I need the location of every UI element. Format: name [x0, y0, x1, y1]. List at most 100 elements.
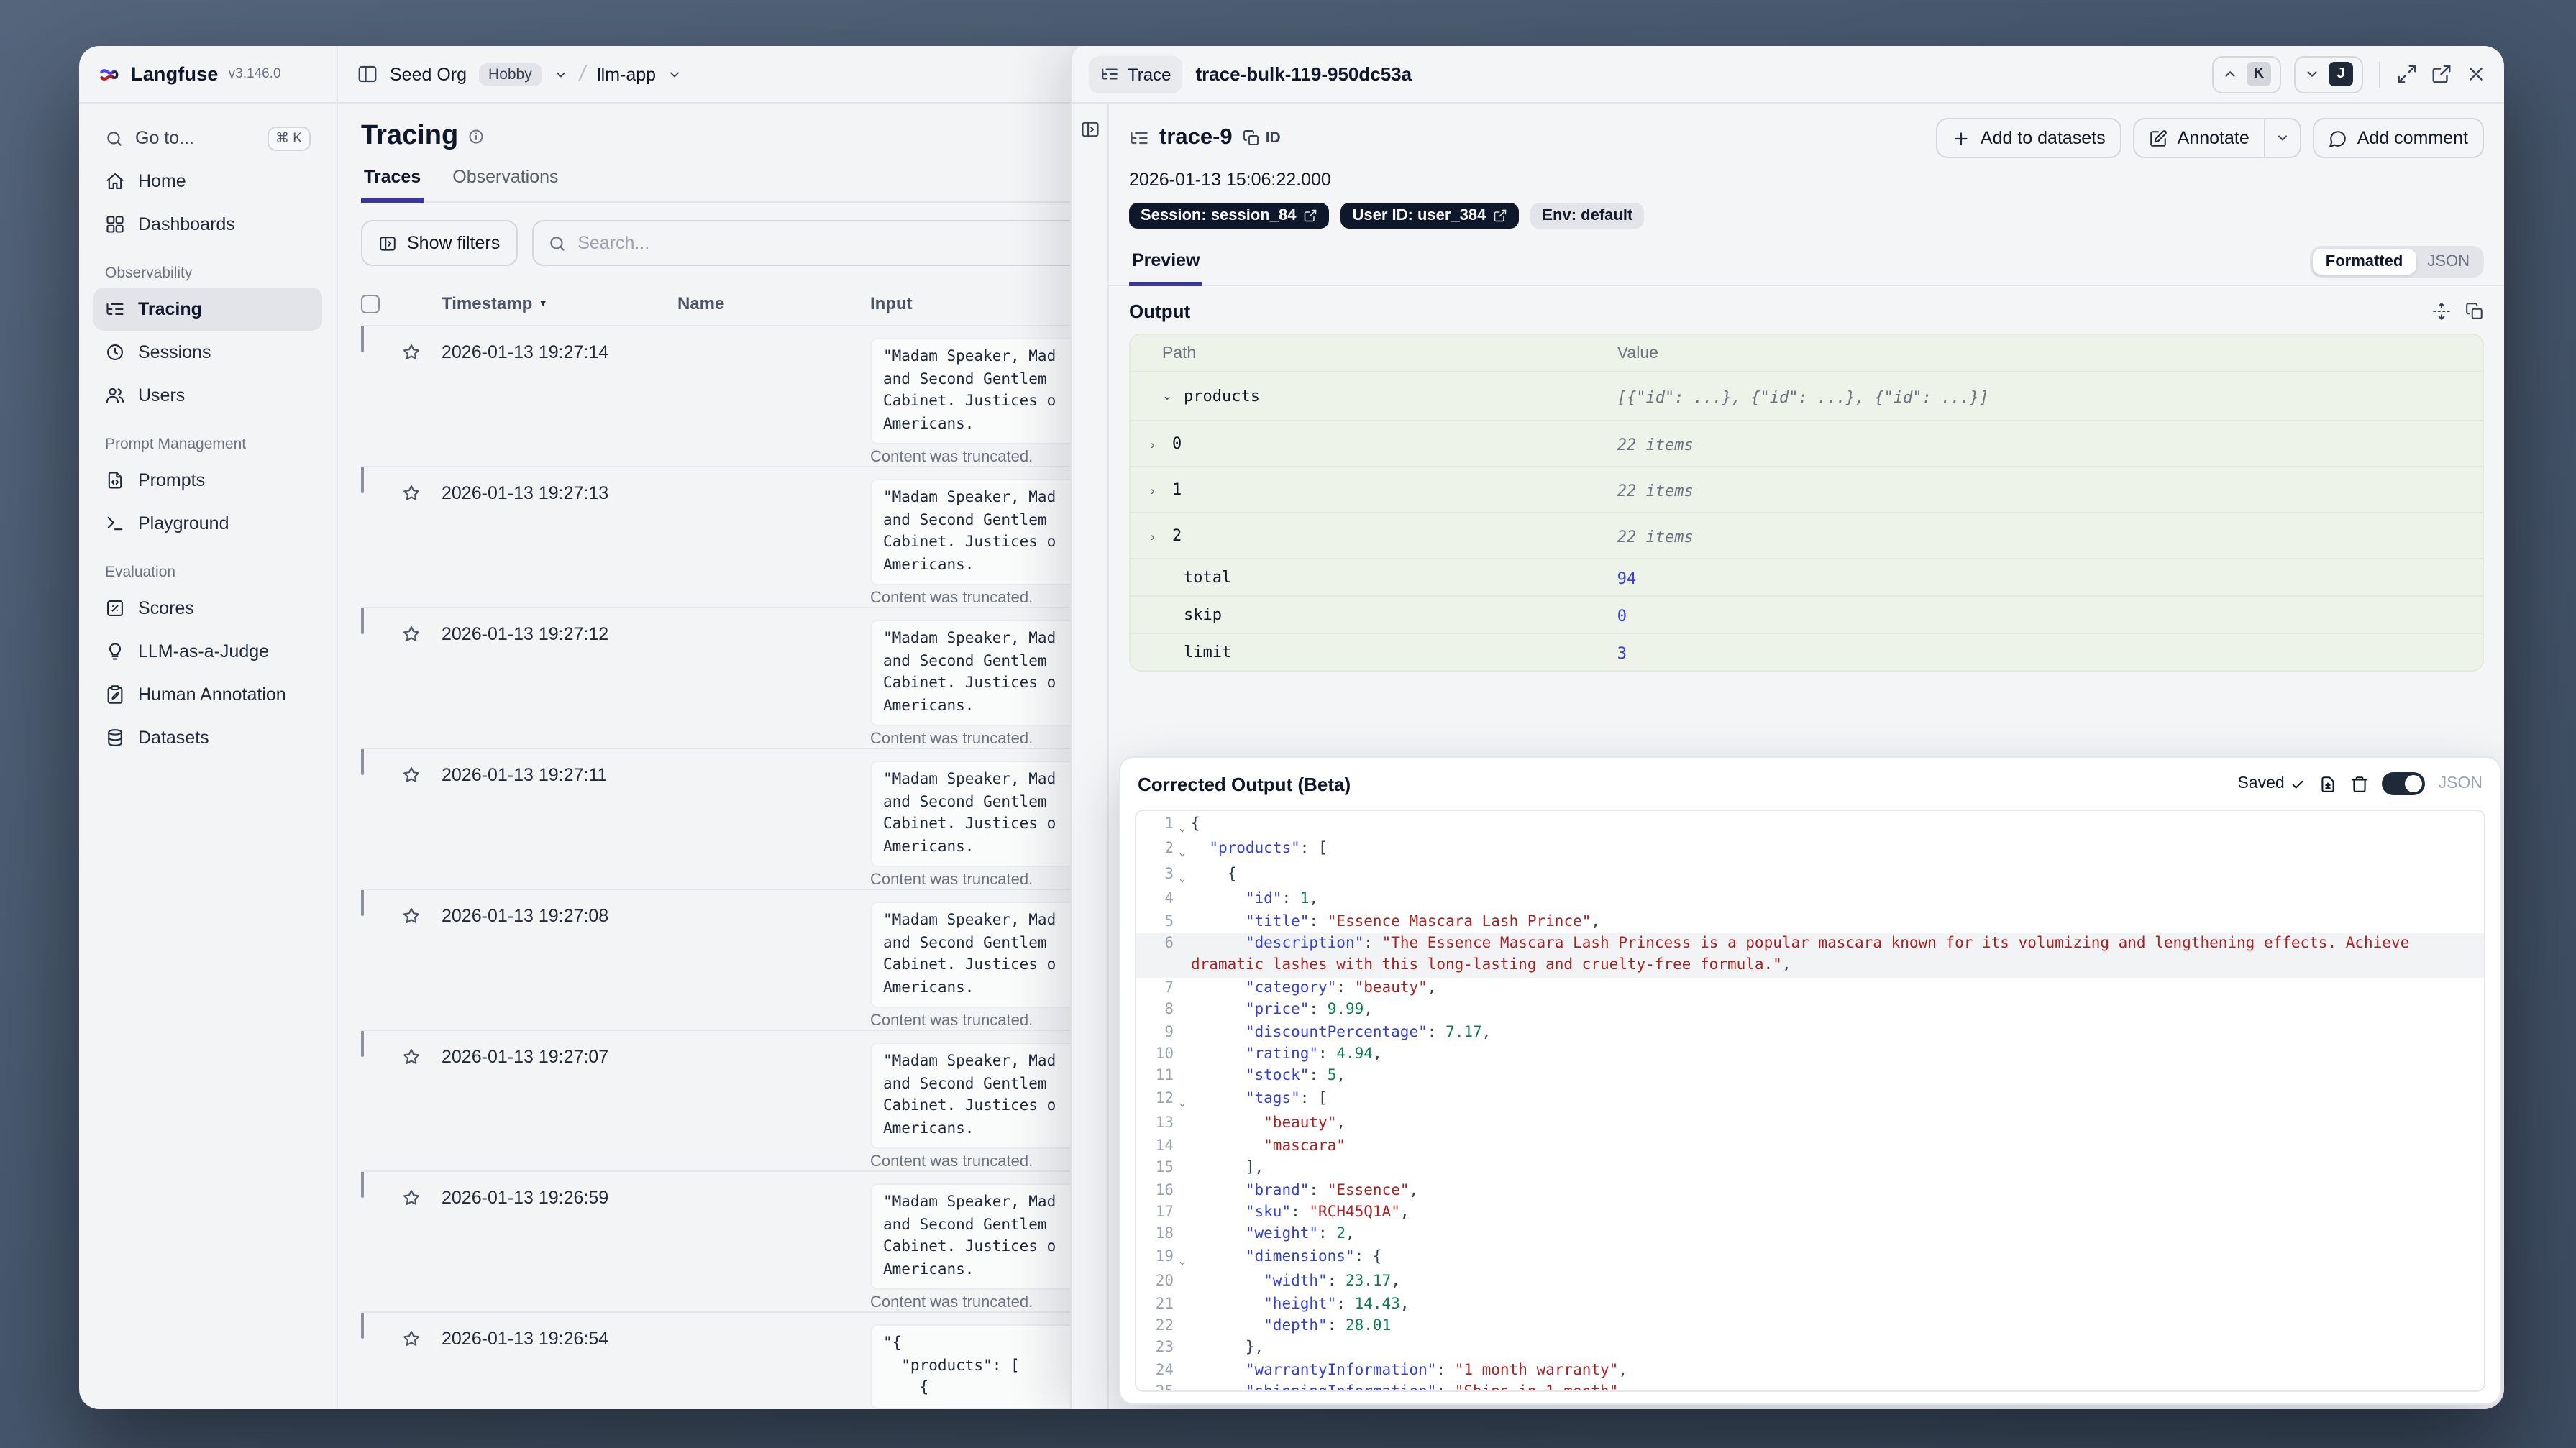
row-checkbox[interactable] [361, 1172, 364, 1198]
open-external-icon[interactable] [2431, 63, 2452, 85]
badge-label: Env: default [1542, 207, 1633, 224]
trace-breadcrumb-chip[interactable]: Trace [1089, 55, 1183, 93]
trace-peek-panel: Trace trace-bulk-119-950dc53a K J trace-… [1070, 46, 2504, 1409]
saved-label: Saved [2237, 775, 2285, 792]
code-line: 7 "category": "beauty", [1136, 978, 2484, 1000]
sidebar-item-scores[interactable]: Scores [93, 587, 322, 630]
copy-id-button[interactable]: ID [1243, 129, 1281, 147]
sidebar-item-prompts[interactable]: Prompts [93, 459, 322, 502]
output-row-limit[interactable]: limit 3 [1131, 633, 2483, 670]
sidebar-item-llm-as-a-judge[interactable]: LLM-as-a-Judge [93, 630, 322, 673]
output-col-value: Value [1617, 344, 1658, 362]
json-toggle[interactable] [2382, 772, 2426, 795]
output-table-header: Path Value [1131, 335, 2483, 371]
tab-traces[interactable]: Traces [361, 167, 424, 203]
select-all-checkbox[interactable] [361, 294, 380, 313]
code-line: 11 "stock": 5, [1136, 1066, 2484, 1089]
sidebar-nav: Home Dashboards Observability Tracing Sessio… [93, 160, 322, 759]
output-value: 3 [1617, 643, 1627, 662]
code-line: 18 "weight": 2, [1136, 1224, 2484, 1247]
annotate-dropdown-button[interactable] [2265, 118, 2301, 158]
output-row-skip[interactable]: skip 0 [1131, 595, 2483, 633]
row-checkbox[interactable] [361, 749, 364, 775]
line-number: 21 [1155, 1295, 1174, 1313]
col-name[interactable]: Name [677, 293, 870, 313]
row-timestamp: 2026-01-13 19:26:59 [442, 1188, 609, 1208]
fold-toggle-icon[interactable]: ⌄ [1174, 864, 1191, 889]
output-row-0[interactable]: › 0 22 items [1131, 420, 2483, 466]
annotate-button[interactable]: Annotate [2132, 118, 2265, 158]
row-checkbox[interactable] [361, 608, 364, 634]
sidebar-item-tracing[interactable]: Tracing [93, 288, 322, 331]
search-placeholder: Search... [577, 233, 650, 253]
trash-icon[interactable] [2351, 774, 2370, 793]
star-icon [403, 626, 419, 641]
plan-badge: Hobby [478, 63, 542, 86]
panel-left-icon[interactable] [357, 63, 378, 85]
row-checkbox[interactable] [361, 1313, 364, 1339]
project-name[interactable]: llm-app [597, 64, 656, 84]
sidebar-item-users[interactable]: Users [93, 374, 322, 417]
line-number: 8 [1164, 1001, 1174, 1019]
org-name[interactable]: Seed Org [390, 64, 467, 84]
add-to-datasets-button[interactable]: Add to datasets [1935, 118, 2121, 158]
row-checkbox[interactable] [361, 326, 364, 352]
row-timestamp: 2026-01-13 19:27:07 [442, 1047, 609, 1067]
line-number: 23 [1155, 1339, 1174, 1357]
fold-toggle-icon[interactable]: ⌄ [1174, 839, 1191, 864]
chevron-down-icon[interactable] [667, 67, 682, 81]
sidebar-item-playground[interactable]: Playground [93, 502, 322, 545]
row-checkbox[interactable] [361, 890, 364, 916]
nav-previous-button[interactable]: K [2212, 55, 2281, 93]
chevron-right-icon[interactable]: › [1151, 436, 1164, 451]
output-row-products[interactable]: ⌄ products [{"id": ...}, {"id": ...}, {"id… [1131, 371, 2483, 420]
chevron-right-icon[interactable]: › [1151, 482, 1164, 497]
corrected-output-editor[interactable]: 1 ⌄{2 ⌄ "products": [3 ⌄ {4 "id": 1, 5 "titl… [1135, 810, 2485, 1392]
fold-toggle-icon[interactable]: ⌄ [1174, 814, 1191, 839]
expand-icon[interactable] [2396, 63, 2418, 85]
col-timestamp[interactable]: Timestamp ▼ [442, 293, 677, 313]
keycap-j: J [2329, 62, 2353, 86]
line-number: 22 [1155, 1316, 1174, 1334]
line-number: 20 [1155, 1273, 1174, 1291]
output-row-2[interactable]: › 2 22 items [1131, 512, 2483, 558]
fold-toggle-icon[interactable]: ⌄ [1174, 1089, 1191, 1114]
file-code-icon [108, 472, 122, 489]
badge-session[interactable]: Session: session_84 [1129, 203, 1330, 229]
sidebar-item-human-annotation[interactable]: Human Annotation [93, 673, 322, 716]
unfold-vertical-icon[interactable] [2432, 302, 2451, 321]
sidebar-item-home[interactable]: Home [93, 160, 322, 203]
line-number: 2 ⌄ [1136, 839, 1191, 864]
panel-open-icon[interactable] [1079, 119, 1100, 139]
row-checkbox[interactable] [361, 1031, 364, 1057]
tab-observations[interactable]: Observations [449, 167, 561, 201]
output-row-1[interactable]: › 1 22 items [1131, 466, 2483, 512]
code-line: 2 ⌄ "products": [ [1136, 839, 2484, 864]
fold-toggle-icon[interactable]: ⌄ [1174, 1246, 1191, 1271]
sidebar-item-datasets[interactable]: Datasets [93, 716, 322, 759]
badge-env[interactable]: Env: default [1530, 203, 1645, 229]
chevron-down-icon[interactable]: ⌄ [1162, 388, 1175, 404]
output-row-total[interactable]: total 94 [1131, 558, 2483, 595]
format-json[interactable]: JSON [2416, 249, 2481, 275]
goto-button[interactable]: Go to... ⌘ K [93, 116, 322, 160]
tab-preview[interactable]: Preview [1129, 250, 1203, 286]
show-filters-button[interactable]: Show filters [361, 220, 518, 266]
format-toggle[interactable]: Formatted JSON [2309, 246, 2484, 278]
close-icon[interactable] [2465, 63, 2487, 85]
output-value: 94 [1617, 569, 1637, 587]
format-formatted[interactable]: Formatted [2312, 249, 2416, 275]
chevron-down-icon [2307, 71, 2317, 77]
add-comment-button[interactable]: Add comment [2312, 118, 2484, 158]
sidebar-item-dashboards[interactable]: Dashboards [93, 203, 322, 246]
badge-user-id[interactable]: User ID: user_384 [1340, 203, 1520, 229]
chevron-down-icon[interactable] [554, 67, 568, 81]
chevron-right-icon[interactable]: › [1151, 528, 1164, 543]
nav-next-button[interactable]: J [2294, 55, 2363, 93]
file-diff-icon[interactable] [2319, 774, 2338, 793]
copy-icon [1243, 130, 1259, 145]
sidebar-item-sessions[interactable]: Sessions [93, 331, 322, 374]
code-line: 17 "sku": "RCH45Q1A", [1136, 1202, 2484, 1224]
row-checkbox[interactable] [361, 467, 364, 493]
copy-icon[interactable] [2465, 302, 2484, 321]
